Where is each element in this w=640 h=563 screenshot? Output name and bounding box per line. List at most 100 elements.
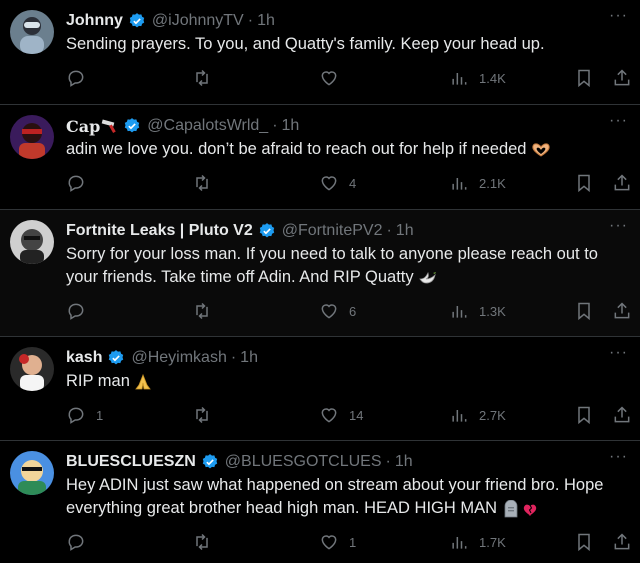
display-name[interactable]: Johnny bbox=[66, 12, 123, 30]
timestamp[interactable]: 1h bbox=[257, 12, 275, 30]
handle[interactable]: @CapalotsWrld_ bbox=[147, 117, 268, 135]
display-name[interactable]: BLUESCLUESZN bbox=[66, 453, 196, 471]
like-count: 4 bbox=[349, 175, 357, 191]
retweet-button[interactable] bbox=[192, 532, 222, 552]
bookmark-button[interactable] bbox=[574, 173, 594, 193]
timestamp[interactable]: 1h bbox=[282, 117, 300, 135]
tweet[interactable]: ··· Johnny @iJohnnyTV · 1h Sending praye… bbox=[0, 0, 640, 105]
views-chart-icon bbox=[452, 537, 467, 549]
share-button[interactable] bbox=[612, 405, 632, 425]
views-chart-icon bbox=[452, 410, 467, 422]
bookmark-button[interactable] bbox=[574, 301, 594, 321]
timestamp[interactable]: 1h bbox=[396, 222, 414, 240]
bookmark-icon bbox=[578, 69, 590, 88]
reply-icon bbox=[68, 175, 84, 192]
retweet-icon bbox=[196, 174, 208, 192]
verified-badge-icon bbox=[109, 350, 124, 365]
share-icon bbox=[614, 533, 630, 550]
tweet[interactable]: ··· Fortnite Leaks | Pluto V2 @FortniteP… bbox=[0, 210, 640, 337]
views-button[interactable]: 1.4K bbox=[449, 68, 506, 88]
action-bar: 1 14 2.7K bbox=[66, 399, 630, 433]
views-button[interactable]: 2.7K bbox=[449, 405, 506, 425]
tweet[interactable]: ··· Cap @CapalotsWrld_ · 1h adin we love… bbox=[0, 105, 640, 210]
like-button[interactable] bbox=[319, 68, 349, 88]
action-bar: 4 2.1K bbox=[66, 167, 630, 201]
display-name[interactable]: Fortnite Leaks | Pluto V2 bbox=[66, 222, 253, 240]
tweet-text: adin we love you. don’t be afraid to rea… bbox=[66, 140, 527, 158]
heart-icon bbox=[321, 408, 337, 423]
views-chart-icon bbox=[452, 306, 467, 318]
share-icon bbox=[614, 69, 630, 86]
share-button[interactable] bbox=[612, 532, 632, 552]
heart-icon bbox=[321, 535, 337, 550]
more-options-icon[interactable]: ··· bbox=[609, 8, 628, 24]
like-count: 6 bbox=[349, 303, 357, 319]
avatar[interactable] bbox=[10, 347, 54, 391]
bookmark-icon bbox=[578, 302, 590, 321]
retweet-button[interactable] bbox=[192, 405, 222, 425]
handle[interactable]: @iJohnnyTV bbox=[152, 12, 244, 30]
retweet-icon bbox=[196, 69, 208, 87]
share-button[interactable] bbox=[612, 173, 632, 193]
views-button[interactable]: 1.7K bbox=[449, 532, 506, 552]
views-chart-icon bbox=[452, 73, 467, 85]
heart-hands-emoji bbox=[532, 143, 550, 157]
avatar[interactable] bbox=[10, 220, 54, 264]
tweet[interactable]: ··· BLUESCLUESZN @BLUESGOTCLUES · 1h Hey… bbox=[0, 441, 640, 563]
like-button[interactable]: 14 bbox=[319, 405, 363, 425]
handle[interactable]: @FortnitePV2 bbox=[282, 222, 383, 240]
more-options-icon[interactable]: ··· bbox=[609, 345, 628, 361]
action-bar: 6 1.3K bbox=[66, 295, 630, 329]
verified-badge-icon bbox=[125, 118, 140, 133]
reply-feed: ··· Johnny @iJohnnyTV · 1h Sending praye… bbox=[0, 0, 640, 563]
share-icon bbox=[614, 302, 630, 319]
views-button[interactable]: 2.1K bbox=[449, 173, 506, 193]
reply-button[interactable] bbox=[66, 68, 96, 88]
timestamp[interactable]: 1h bbox=[395, 453, 413, 471]
verified-badge-icon bbox=[202, 454, 217, 469]
like-button[interactable]: 1 bbox=[319, 532, 356, 552]
reply-button[interactable] bbox=[66, 173, 96, 193]
reply-count: 1 bbox=[96, 407, 104, 423]
avatar[interactable] bbox=[10, 115, 54, 159]
more-options-icon[interactable]: ··· bbox=[609, 113, 628, 129]
retweet-button[interactable] bbox=[192, 68, 222, 88]
avatar[interactable] bbox=[10, 10, 54, 54]
headstone-broken-heart-emoji bbox=[504, 499, 536, 518]
more-options-icon[interactable]: ··· bbox=[609, 449, 628, 465]
heart-icon bbox=[321, 176, 337, 191]
retweet-button[interactable] bbox=[192, 173, 222, 193]
like-count: 14 bbox=[349, 407, 364, 423]
bookmark-button[interactable] bbox=[574, 68, 594, 88]
razor-icon bbox=[101, 119, 117, 133]
reply-icon bbox=[68, 534, 84, 551]
more-options-icon[interactable]: ··· bbox=[609, 218, 628, 234]
reply-icon bbox=[68, 303, 84, 320]
retweet-button[interactable] bbox=[192, 301, 222, 321]
share-button[interactable] bbox=[612, 68, 632, 88]
reply-button[interactable] bbox=[66, 301, 96, 321]
tweet[interactable]: ··· kash @Heyimkash · 1h RIP man 1 14 2.… bbox=[0, 337, 640, 441]
display-name[interactable]: kash bbox=[66, 349, 102, 367]
views-button[interactable]: 1.3K bbox=[449, 301, 506, 321]
bookmark-icon bbox=[578, 533, 590, 552]
handle[interactable]: @Heyimkash bbox=[131, 349, 226, 367]
bookmark-icon bbox=[578, 174, 590, 193]
avatar[interactable] bbox=[10, 451, 54, 495]
share-icon bbox=[614, 174, 630, 191]
like-button[interactable]: 6 bbox=[319, 301, 356, 321]
tweet-text: RIP man bbox=[66, 372, 130, 390]
bookmark-button[interactable] bbox=[574, 532, 594, 552]
handle[interactable]: @BLUESGOTCLUES bbox=[225, 453, 382, 471]
action-bar: 1.4K bbox=[66, 62, 630, 96]
like-button[interactable]: 4 bbox=[319, 173, 356, 193]
heart-icon bbox=[321, 304, 337, 319]
reply-button[interactable]: 1 bbox=[66, 405, 103, 425]
reply-button[interactable] bbox=[66, 532, 96, 552]
retweet-icon bbox=[196, 533, 208, 551]
display-name[interactable]: Cap bbox=[66, 117, 100, 136]
timestamp[interactable]: 1h bbox=[240, 349, 258, 367]
heart-icon bbox=[321, 71, 337, 86]
bookmark-button[interactable] bbox=[574, 405, 594, 425]
share-button[interactable] bbox=[612, 301, 632, 321]
